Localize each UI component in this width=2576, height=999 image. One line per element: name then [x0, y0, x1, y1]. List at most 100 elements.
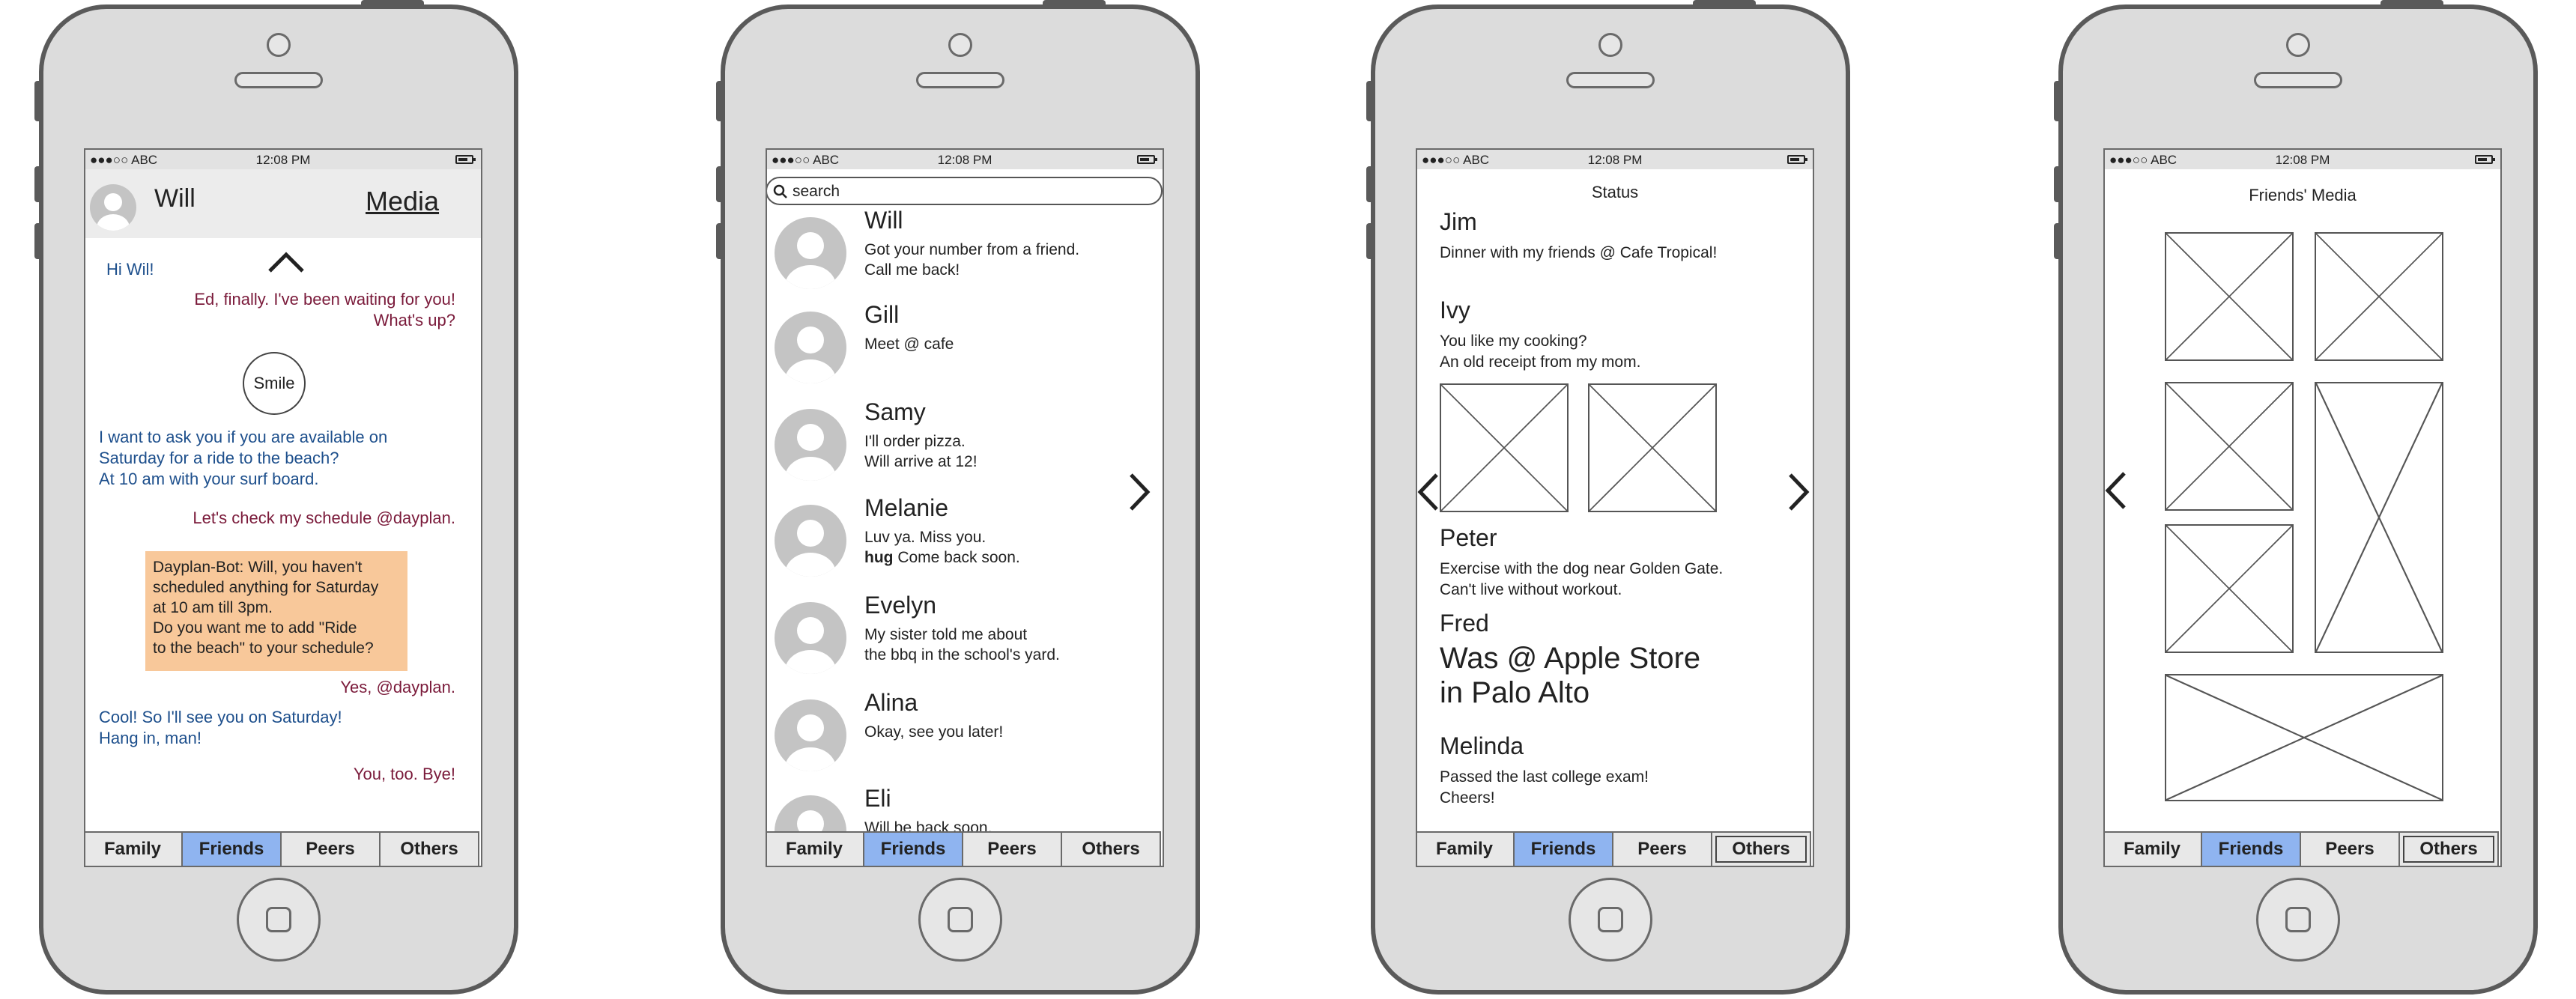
message-outgoing: Let's check my schedule @dayplan. [193, 508, 455, 527]
snippet-line: I'll order pizza. [864, 433, 966, 450]
avatar[interactable] [90, 184, 136, 231]
message-line: Cool! So I'll see you on Saturday! [99, 708, 342, 726]
media-thumbnail[interactable] [2165, 674, 2443, 801]
tab-family[interactable]: Family [85, 833, 183, 866]
contact-row[interactable]: Samy I'll order pizza. Will arrive at 12! [767, 398, 1163, 493]
status-text: Dinner with my friends @ Cafe Tropical! [1440, 244, 1718, 261]
home-button[interactable] [918, 878, 1002, 962]
search-placeholder: search [793, 183, 840, 200]
phone-media: ●●●○○ ABC 12:08 PM Friends' Media Family [2054, 0, 2538, 995]
message-outgoing: Ed, finally. I've been waiting for you! … [194, 289, 455, 331]
volume-down-button [34, 223, 42, 259]
status-screen: ●●●○○ ABC 12:08 PM Status Jim Dinner wit… [1416, 148, 1814, 867]
media-thumbnail[interactable] [2165, 382, 2294, 511]
mute-switch [716, 81, 724, 121]
tab-family[interactable]: Family [2105, 833, 2202, 866]
image-placeholder[interactable] [1588, 383, 1717, 512]
tab-bar: Family Friends Peers Others [85, 831, 479, 866]
contacts-screen: ●●●○○ ABC 12:08 PM search Will Got your n… [766, 148, 1164, 867]
message-line: to the beach" to your schedule? [153, 640, 374, 657]
smile-emoji[interactable]: Smile [243, 352, 306, 415]
tab-family[interactable]: Family [1417, 833, 1515, 866]
battery-icon [1137, 155, 1157, 164]
image-icon [2166, 675, 2442, 800]
user-silhouette-icon [785, 327, 836, 383]
volume-down-button [1366, 223, 1374, 259]
camera-icon [948, 33, 972, 57]
contact-snippet: Luv ya. Miss you. hug Come back soon. [864, 527, 1020, 568]
status-line: Exercise with the dog near Golden Gate. [1440, 560, 1724, 577]
media-thumbnail[interactable] [2315, 232, 2443, 361]
home-button[interactable] [2256, 878, 2340, 962]
tab-peers[interactable]: Peers [282, 833, 381, 866]
tab-others[interactable]: Others [2400, 833, 2497, 866]
tab-peers[interactable]: Peers [2301, 833, 2400, 866]
home-button[interactable] [237, 878, 321, 962]
contact-row[interactable]: Melanie Luv ya. Miss you. hug Come back so… [767, 494, 1163, 589]
tab-others[interactable]: Others [1062, 833, 1160, 866]
media-link[interactable]: Media [366, 186, 439, 217]
message-outgoing: Yes, @dayplan. [340, 678, 455, 696]
image-icon [2166, 383, 2292, 509]
page-title: Friends' Media [2249, 186, 2357, 204]
tab-friends[interactable]: Friends [864, 833, 963, 866]
message-line: scheduled anything for Saturday [153, 579, 379, 596]
contact-snippet: I'll order pizza. Will arrive at 12! [864, 431, 978, 472]
status-name: Melinda [1440, 732, 1524, 759]
contact-row[interactable]: Evelyn My sister told me about the bbq in … [767, 592, 1163, 686]
status-text: Passed the last college exam! Cheers! [1440, 767, 1649, 809]
tab-others[interactable]: Others [381, 833, 478, 866]
media-screen: ●●●○○ ABC 12:08 PM Friends' Media Family [2103, 148, 2502, 867]
image-icon [2316, 234, 2442, 359]
media-thumbnail[interactable] [2165, 524, 2294, 653]
mute-switch [34, 81, 42, 121]
chevron-left-icon[interactable] [1417, 472, 1440, 512]
home-button[interactable] [1569, 878, 1652, 962]
chevron-right-icon[interactable] [1787, 472, 1810, 512]
tab-bar: Family Friends Peers Others [1417, 831, 1811, 866]
snippet-line: Meet @ cafe [864, 335, 954, 353]
contact-name: Gill [864, 301, 900, 328]
tab-family[interactable]: Family [767, 833, 864, 866]
tab-friends[interactable]: Friends [183, 833, 282, 866]
chevron-right-icon[interactable] [1127, 472, 1152, 512]
media-thumbnail[interactable] [2315, 382, 2443, 653]
search-input[interactable]: search [767, 177, 1163, 205]
status-text: Exercise with the dog near Golden Gate. … [1440, 559, 1723, 601]
status-line: An old receipt from my mom. [1440, 353, 1641, 371]
snippet-line: Call me back! [864, 261, 960, 279]
tab-friends[interactable]: Friends [2202, 833, 2301, 866]
status-name: Jim [1440, 208, 1477, 235]
power-button [1043, 0, 1106, 7]
image-icon [1441, 385, 1567, 511]
battery-icon [455, 155, 476, 164]
image-placeholder[interactable] [1440, 383, 1569, 512]
home-square-icon [266, 907, 291, 932]
status-line: You like my cooking? [1440, 333, 1587, 350]
chevron-left-icon[interactable] [2105, 470, 2127, 511]
chat-screen: ●●●○○ ABC 12:08 PM Will Media Hi Wil! Ed… [84, 148, 482, 867]
clock: 12:08 PM [255, 153, 311, 167]
battery-icon [1787, 155, 1807, 164]
mute-switch [2054, 81, 2061, 121]
chevron-up-icon[interactable] [267, 250, 306, 274]
media-thumbnail[interactable] [2165, 232, 2294, 361]
contact-snippet: Got your number from a friend. Call me ba… [864, 240, 1079, 280]
user-silhouette-icon [785, 617, 836, 674]
phone-contacts: ●●●○○ ABC 12:08 PM search Will Got your n… [716, 0, 1200, 995]
avatar [775, 602, 846, 674]
contact-row[interactable]: Gill Meet @ cafe [767, 301, 1163, 395]
volume-down-button [2054, 223, 2061, 259]
contact-name: Will [864, 207, 903, 234]
tab-others[interactable]: Others [1712, 833, 1810, 866]
contact-row[interactable]: Alina Okay, see you later! [767, 689, 1163, 783]
camera-icon [267, 33, 291, 57]
contact-row[interactable]: Will Got your number from a friend. Call m… [767, 207, 1163, 301]
volume-up-button [34, 166, 42, 202]
avatar [775, 312, 846, 383]
tab-friends[interactable]: Friends [1515, 833, 1613, 866]
search-icon [773, 184, 787, 198]
snippet-line: Will arrive at 12! [864, 453, 978, 470]
tab-peers[interactable]: Peers [1613, 833, 1712, 866]
tab-peers[interactable]: Peers [963, 833, 1062, 866]
